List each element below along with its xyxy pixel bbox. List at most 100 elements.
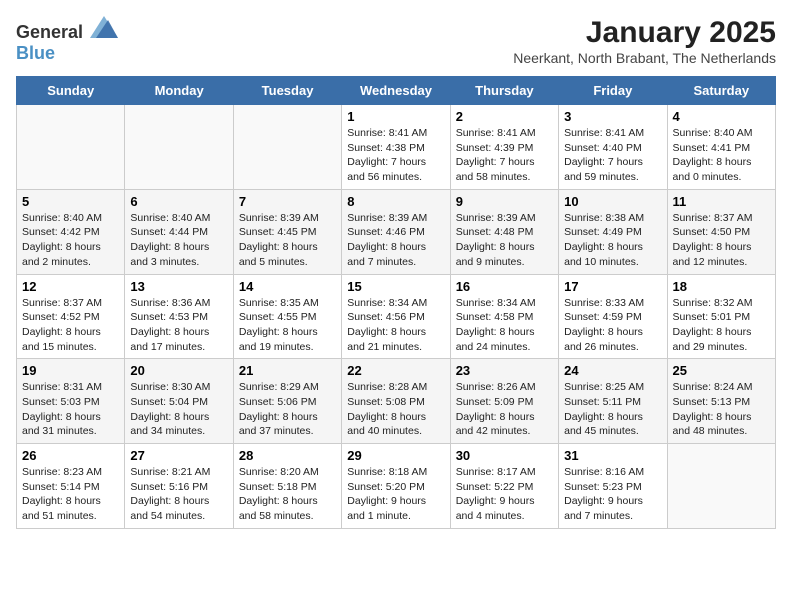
day-number: 7 <box>239 194 336 209</box>
day-info: Sunrise: 8:41 AMSunset: 4:39 PMDaylight:… <box>456 126 553 185</box>
day-info: Sunrise: 8:26 AMSunset: 5:09 PMDaylight:… <box>456 380 553 439</box>
day-info: Sunrise: 8:28 AMSunset: 5:08 PMDaylight:… <box>347 380 444 439</box>
calendar-cell: 1 Sunrise: 8:41 AMSunset: 4:38 PMDaylight… <box>342 105 450 190</box>
day-number: 2 <box>456 109 553 124</box>
day-info: Sunrise: 8:37 AMSunset: 4:52 PMDaylight:… <box>22 296 119 355</box>
day-info: Sunrise: 8:32 AMSunset: 5:01 PMDaylight:… <box>673 296 770 355</box>
day-number: 28 <box>239 448 336 463</box>
calendar-cell: 22 Sunrise: 8:28 AMSunset: 5:08 PMDayligh… <box>342 359 450 444</box>
day-number: 10 <box>564 194 661 209</box>
calendar-cell: 20Sunrise: 8:30 AMSunset: 5:04 PMDayligh… <box>125 359 233 444</box>
day-number: 21 <box>239 363 336 378</box>
header-thursday: Thursday <box>450 77 558 105</box>
calendar-cell: 24Sunrise: 8:25 AMSunset: 5:11 PMDayligh… <box>559 359 667 444</box>
day-info: Sunrise: 8:41 AMSunset: 4:38 PMDaylight:… <box>347 126 444 185</box>
day-info: Sunrise: 8:24 AMSunset: 5:13 PMDaylight:… <box>673 380 770 439</box>
logo-text-general: General <box>16 22 83 42</box>
day-number: 11 <box>673 194 770 209</box>
day-info: Sunrise: 8:34 AMSunset: 4:58 PMDaylight:… <box>456 296 553 355</box>
calendar-cell: 3 Sunrise: 8:41 AMSunset: 4:40 PMDaylight… <box>559 105 667 190</box>
calendar-week-4: 19 Sunrise: 8:31 AMSunset: 5:03 PMDayligh… <box>17 359 776 444</box>
day-number: 27 <box>130 448 227 463</box>
calendar-cell: 18 Sunrise: 8:32 AMSunset: 5:01 PMDayligh… <box>667 274 775 359</box>
day-number: 4 <box>673 109 770 124</box>
day-info: Sunrise: 8:39 AMSunset: 4:45 PMDaylight:… <box>239 211 336 270</box>
calendar-week-3: 12 Sunrise: 8:37 AMSunset: 4:52 PMDayligh… <box>17 274 776 359</box>
calendar-cell: 27Sunrise: 8:21 AMSunset: 5:16 PMDayligh… <box>125 444 233 529</box>
day-number: 15 <box>347 279 444 294</box>
day-number: 29 <box>347 448 444 463</box>
day-info: Sunrise: 8:16 AMSunset: 5:23 PMDaylight:… <box>564 465 661 524</box>
day-number: 19 <box>22 363 119 378</box>
day-info: Sunrise: 8:30 AMSunset: 5:04 PMDaylight:… <box>130 380 227 439</box>
calendar-cell: 26 Sunrise: 8:23 AMSunset: 5:14 PMDayligh… <box>17 444 125 529</box>
day-number: 3 <box>564 109 661 124</box>
calendar-cell: 25 Sunrise: 8:24 AMSunset: 5:13 PMDayligh… <box>667 359 775 444</box>
day-number: 22 <box>347 363 444 378</box>
calendar-cell: 28 Sunrise: 8:20 AMSunset: 5:18 PMDayligh… <box>233 444 341 529</box>
day-info: Sunrise: 8:33 AMSunset: 4:59 PMDaylight:… <box>564 296 661 355</box>
calendar-cell: 31 Sunrise: 8:16 AMSunset: 5:23 PMDayligh… <box>559 444 667 529</box>
calendar-cell: 14 Sunrise: 8:35 AMSunset: 4:55 PMDayligh… <box>233 274 341 359</box>
calendar-cell: 4 Sunrise: 8:40 AMSunset: 4:41 PMDaylight… <box>667 105 775 190</box>
day-number: 31 <box>564 448 661 463</box>
day-number: 24 <box>564 363 661 378</box>
day-number: 1 <box>347 109 444 124</box>
main-title: January 2025 <box>513 16 776 50</box>
header-row: Sunday Monday Tuesday Wednesday Thursday… <box>17 77 776 105</box>
day-info: Sunrise: 8:36 AMSunset: 4:53 PMDaylight:… <box>130 296 227 355</box>
calendar-cell: 6 Sunrise: 8:40 AMSunset: 4:44 PMDaylight… <box>125 189 233 274</box>
calendar-week-5: 26 Sunrise: 8:23 AMSunset: 5:14 PMDayligh… <box>17 444 776 529</box>
day-number: 9 <box>456 194 553 209</box>
day-number: 6 <box>130 194 227 209</box>
day-info: Sunrise: 8:40 AMSunset: 4:44 PMDaylight:… <box>130 211 227 270</box>
calendar-cell: 13 Sunrise: 8:36 AMSunset: 4:53 PMDayligh… <box>125 274 233 359</box>
day-number: 5 <box>22 194 119 209</box>
calendar-cell: 29 Sunrise: 8:18 AMSunset: 5:20 PMDayligh… <box>342 444 450 529</box>
day-number: 25 <box>673 363 770 378</box>
day-number: 17 <box>564 279 661 294</box>
day-number: 23 <box>456 363 553 378</box>
calendar-cell <box>125 105 233 190</box>
calendar-cell: 17 Sunrise: 8:33 AMSunset: 4:59 PMDayligh… <box>559 274 667 359</box>
day-info: Sunrise: 8:23 AMSunset: 5:14 PMDaylight:… <box>22 465 119 524</box>
logo-icon <box>90 16 118 38</box>
day-info: Sunrise: 8:18 AMSunset: 5:20 PMDaylight:… <box>347 465 444 524</box>
calendar-table: Sunday Monday Tuesday Wednesday Thursday… <box>16 76 776 529</box>
header: General Blue January 2025 Neerkant, Nort… <box>16 16 776 66</box>
day-info: Sunrise: 8:34 AMSunset: 4:56 PMDaylight:… <box>347 296 444 355</box>
logo-text-blue: Blue <box>16 43 55 63</box>
day-number: 18 <box>673 279 770 294</box>
day-number: 14 <box>239 279 336 294</box>
day-info: Sunrise: 8:40 AMSunset: 4:41 PMDaylight:… <box>673 126 770 185</box>
subtitle: Neerkant, North Brabant, The Netherlands <box>513 50 776 66</box>
day-number: 13 <box>130 279 227 294</box>
calendar-cell: 12 Sunrise: 8:37 AMSunset: 4:52 PMDayligh… <box>17 274 125 359</box>
day-info: Sunrise: 8:31 AMSunset: 5:03 PMDaylight:… <box>22 380 119 439</box>
header-monday: Monday <box>125 77 233 105</box>
day-info: Sunrise: 8:39 AMSunset: 4:48 PMDaylight:… <box>456 211 553 270</box>
calendar-cell: 21Sunrise: 8:29 AMSunset: 5:06 PMDayligh… <box>233 359 341 444</box>
calendar-week-1: 1 Sunrise: 8:41 AMSunset: 4:38 PMDaylight… <box>17 105 776 190</box>
day-info: Sunrise: 8:35 AMSunset: 4:55 PMDaylight:… <box>239 296 336 355</box>
title-area: January 2025 Neerkant, North Brabant, Th… <box>513 16 776 66</box>
day-number: 8 <box>347 194 444 209</box>
day-number: 16 <box>456 279 553 294</box>
calendar-cell: 5 Sunrise: 8:40 AMSunset: 4:42 PMDaylight… <box>17 189 125 274</box>
calendar-cell: 23 Sunrise: 8:26 AMSunset: 5:09 PMDayligh… <box>450 359 558 444</box>
logo: General Blue <box>16 16 118 64</box>
header-wednesday: Wednesday <box>342 77 450 105</box>
header-sunday: Sunday <box>17 77 125 105</box>
day-number: 26 <box>22 448 119 463</box>
day-number: 12 <box>22 279 119 294</box>
day-number: 30 <box>456 448 553 463</box>
day-info: Sunrise: 8:37 AMSunset: 4:50 PMDaylight:… <box>673 211 770 270</box>
calendar-cell: 11 Sunrise: 8:37 AMSunset: 4:50 PMDayligh… <box>667 189 775 274</box>
header-tuesday: Tuesday <box>233 77 341 105</box>
calendar-cell: 15 Sunrise: 8:34 AMSunset: 4:56 PMDayligh… <box>342 274 450 359</box>
calendar-week-2: 5 Sunrise: 8:40 AMSunset: 4:42 PMDaylight… <box>17 189 776 274</box>
day-info: Sunrise: 8:20 AMSunset: 5:18 PMDaylight:… <box>239 465 336 524</box>
day-info: Sunrise: 8:40 AMSunset: 4:42 PMDaylight:… <box>22 211 119 270</box>
day-info: Sunrise: 8:41 AMSunset: 4:40 PMDaylight:… <box>564 126 661 185</box>
calendar-cell: 10Sunrise: 8:38 AMSunset: 4:49 PMDayligh… <box>559 189 667 274</box>
